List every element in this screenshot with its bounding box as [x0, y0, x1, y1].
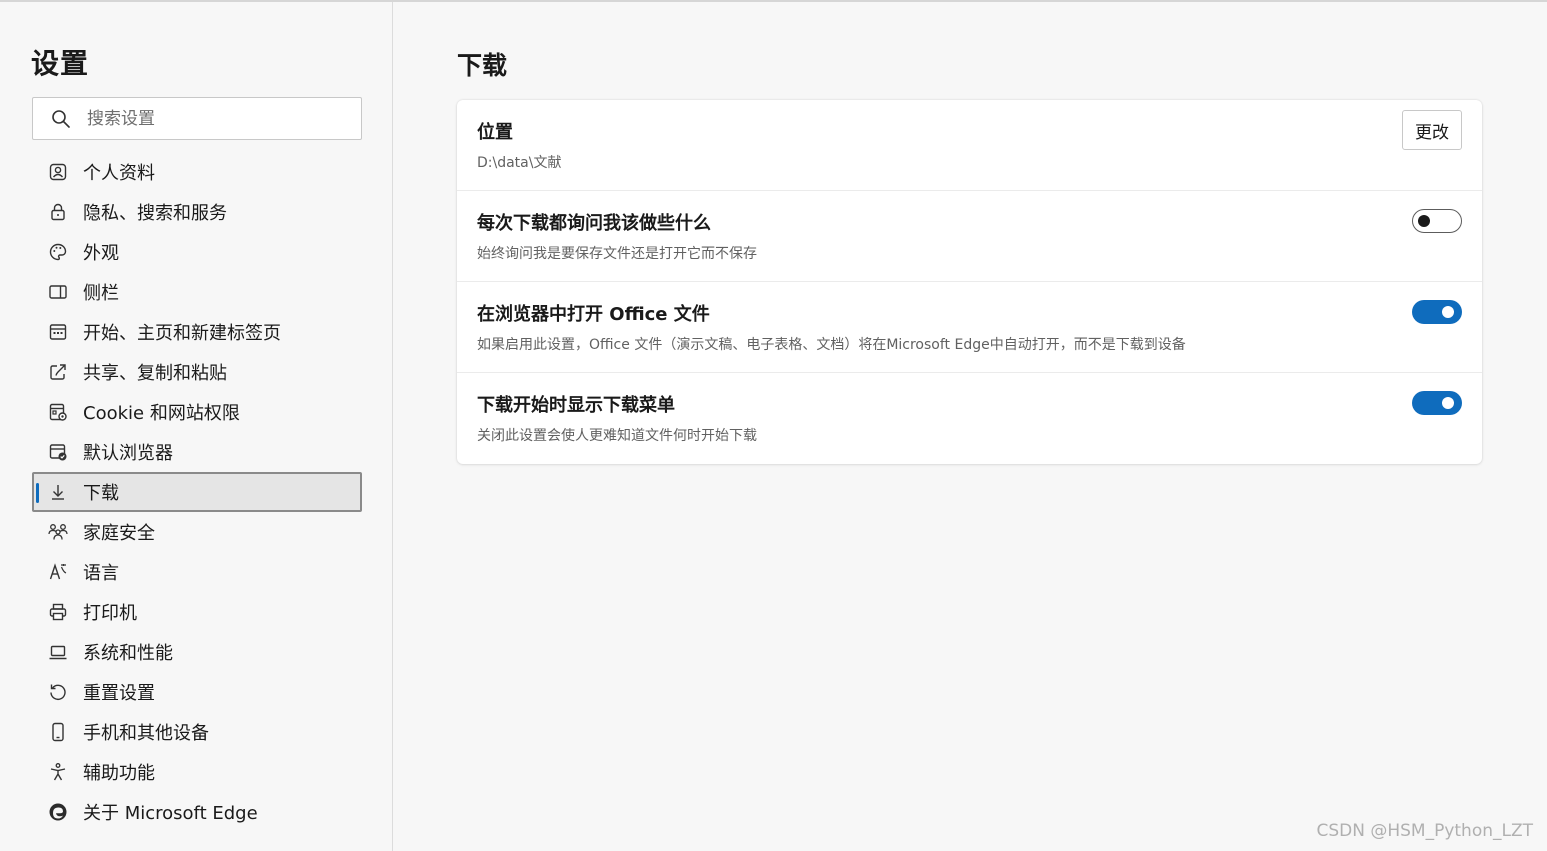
location-title: 位置: [477, 122, 513, 143]
sidebar-item-profile[interactable]: 个人资料: [32, 152, 362, 192]
default-browser-icon: [47, 441, 69, 463]
sidebar-item-label: 重置设置: [83, 683, 155, 704]
sidebar-item-label: 系统和性能: [83, 643, 173, 664]
sidebar-item-label: 共享、复制和粘贴: [83, 363, 227, 384]
search-box[interactable]: [32, 97, 362, 140]
toggle-knob: [1418, 215, 1430, 227]
open-office-row: 在浏览器中打开 Office 文件 如果启用此设置，Office 文件（演示文稿…: [457, 282, 1482, 373]
sidebar-item-about[interactable]: 关于 Microsoft Edge: [32, 792, 362, 832]
printer-icon: [47, 601, 69, 623]
lock-icon: [47, 201, 69, 223]
sidebar-item-downloads[interactable]: 下载: [32, 472, 362, 512]
settings-main: 下载 位置 D:\data\文献 更改 每次下载都询问我该做些什么 始终询问我是…: [394, 2, 1547, 851]
sidebar-item-label: 打印机: [83, 603, 137, 624]
sidebar-item-privacy[interactable]: 隐私、搜索和服务: [32, 192, 362, 232]
sidebar-item-label: Cookie 和网站权限: [83, 403, 240, 424]
sidebar-item-label: 手机和其他设备: [83, 723, 209, 744]
ask-every-download-row: 每次下载都询问我该做些什么 始终询问我是要保存文件还是打开它而不保存: [457, 191, 1482, 282]
sidebar-item-system[interactable]: 系统和性能: [32, 632, 362, 672]
sidebar-item-label: 语言: [83, 563, 119, 584]
download-icon: [47, 481, 69, 503]
sidebar-item-label: 辅助功能: [83, 763, 155, 784]
show-download-menu-title: 下载开始时显示下载菜单: [477, 395, 675, 416]
toggle-knob: [1442, 306, 1454, 318]
edge-logo-icon: [47, 801, 69, 823]
sidebar-item-share[interactable]: 共享、复制和粘贴: [32, 352, 362, 392]
watermark: CSDN @HSM_Python_LZT: [1316, 821, 1533, 841]
show-download-menu-toggle[interactable]: [1412, 391, 1462, 415]
phone-icon: [47, 721, 69, 743]
open-office-desc: 如果启用此设置，Office 文件（演示文稿、电子表格、文档）将在Microso…: [477, 337, 1186, 353]
sidebar-item-label: 外观: [83, 243, 119, 264]
sidebar-title: 设置: [31, 47, 90, 80]
share-icon: [47, 361, 69, 383]
home-tab-icon: [47, 321, 69, 343]
sidebar-item-accessibility[interactable]: 辅助功能: [32, 752, 362, 792]
settings-sidebar: 设置 个人资料 隐私、搜索和服务 外观: [0, 2, 393, 851]
sidebar-item-reset[interactable]: 重置设置: [32, 672, 362, 712]
toggle-knob: [1442, 397, 1454, 409]
show-download-menu-row: 下载开始时显示下载菜单 关闭此设置会使人更难知道文件何时开始下载: [457, 373, 1482, 464]
sidebar-item-phone[interactable]: 手机和其他设备: [32, 712, 362, 752]
settings-nav: 个人资料 隐私、搜索和服务 外观 侧栏 开始、主页和新建标签页 共享、复制和粘贴…: [32, 152, 362, 832]
location-row: 位置 D:\data\文献 更改: [457, 100, 1482, 191]
open-office-toggle[interactable]: [1412, 300, 1462, 324]
sidebar-item-label: 侧栏: [83, 283, 119, 304]
profile-icon: [47, 161, 69, 183]
cookie-permissions-icon: [47, 401, 69, 423]
change-location-button[interactable]: 更改: [1402, 110, 1462, 150]
sidebar-item-label: 家庭安全: [83, 523, 155, 544]
sidebar-item-label: 默认浏览器: [83, 443, 173, 464]
open-office-title: 在浏览器中打开 Office 文件: [477, 304, 710, 325]
sidebar-item-label: 隐私、搜索和服务: [83, 203, 227, 224]
ask-every-download-toggle[interactable]: [1412, 209, 1462, 233]
sidebar-item-start-home[interactable]: 开始、主页和新建标签页: [32, 312, 362, 352]
family-icon: [47, 521, 69, 543]
sidebar-item-appearance[interactable]: 外观: [32, 232, 362, 272]
language-icon: [47, 561, 69, 583]
page-title: 下载: [457, 51, 508, 80]
sidebar-item-sidebar[interactable]: 侧栏: [32, 272, 362, 312]
search-icon: [51, 109, 71, 129]
sidebar-item-family[interactable]: 家庭安全: [32, 512, 362, 552]
show-download-menu-desc: 关闭此设置会使人更难知道文件何时开始下载: [477, 428, 757, 444]
sidebar-item-label: 下载: [83, 483, 119, 504]
sidebar-item-label: 关于 Microsoft Edge: [83, 803, 258, 824]
sidebar-item-cookies[interactable]: Cookie 和网站权限: [32, 392, 362, 432]
laptop-icon: [47, 641, 69, 663]
palette-icon: [47, 241, 69, 263]
ask-every-download-title: 每次下载都询问我该做些什么: [477, 213, 711, 234]
sidebar-item-default-browser[interactable]: 默认浏览器: [32, 432, 362, 472]
sidebar-item-label: 个人资料: [83, 163, 155, 184]
ask-every-download-desc: 始终询问我是要保存文件还是打开它而不保存: [477, 246, 757, 262]
sidebar-item-printer[interactable]: 打印机: [32, 592, 362, 632]
sidebar-icon: [47, 281, 69, 303]
sidebar-item-language[interactable]: 语言: [32, 552, 362, 592]
accessibility-icon: [47, 761, 69, 783]
search-input[interactable]: [87, 108, 361, 129]
reset-icon: [47, 681, 69, 703]
downloads-settings-card: 位置 D:\data\文献 更改 每次下载都询问我该做些什么 始终询问我是要保存…: [457, 100, 1482, 464]
download-path: D:\data\文献: [477, 155, 562, 171]
sidebar-item-label: 开始、主页和新建标签页: [83, 323, 281, 344]
